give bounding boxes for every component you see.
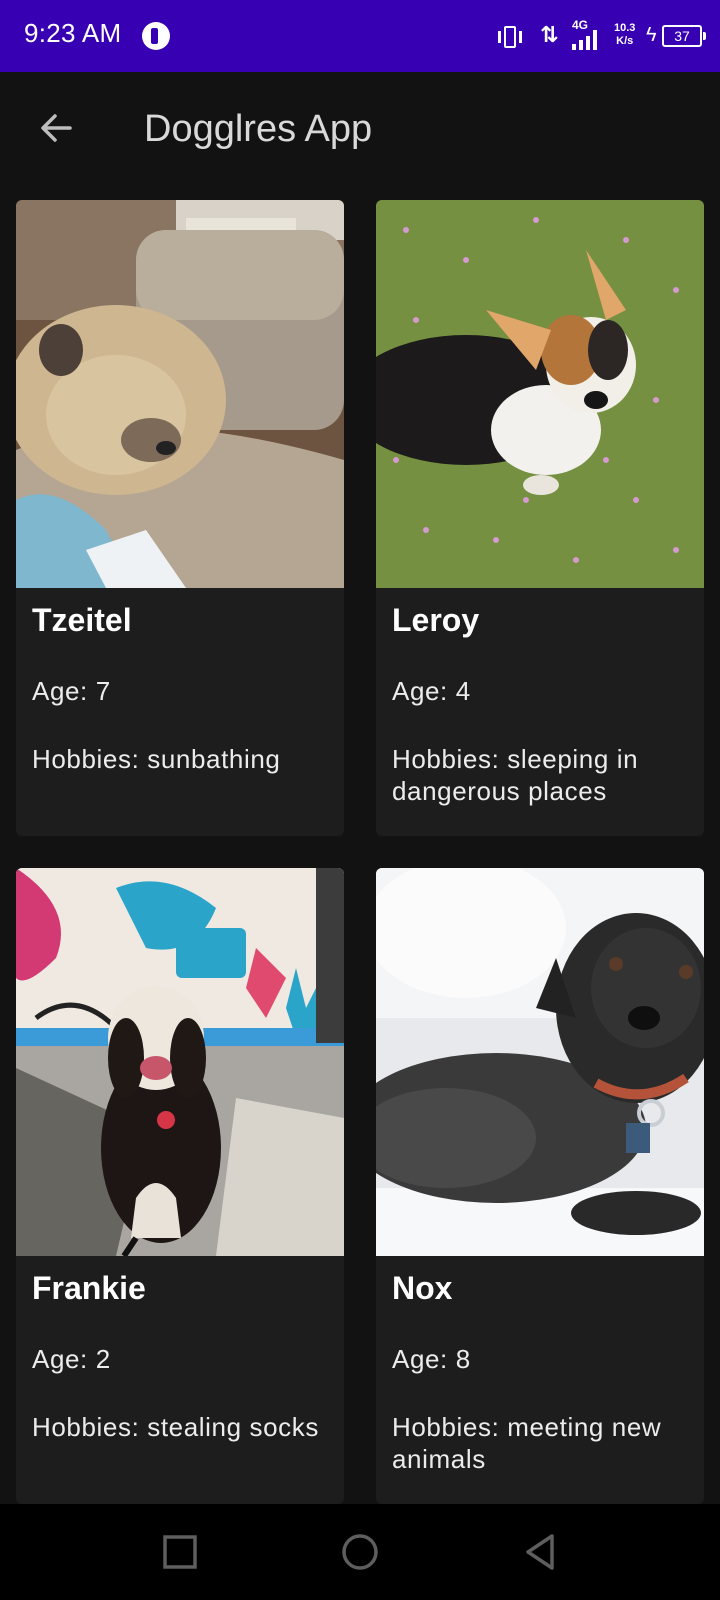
dog-age: Age: 8 — [392, 1344, 471, 1374]
status-time: 9:23 AM — [24, 18, 122, 48]
network-speed: 10.3 K/s — [614, 22, 635, 48]
dog-photo — [376, 200, 704, 588]
dog-age: Age: 2 — [32, 1344, 111, 1374]
dog-name: Nox — [392, 1270, 453, 1306]
dog-name: Leroy — [392, 602, 480, 638]
app-title: Dogglres App — [144, 108, 373, 150]
dog-name: Frankie — [32, 1270, 146, 1306]
dog-card[interactable]: Leroy Age: 4 Hobbies: sleeping in danger… — [376, 200, 704, 836]
network-speed-unit: K/s — [616, 35, 634, 47]
dog-hobbies: Hobbies: sunbathing — [32, 744, 281, 774]
dog-age: Age: 7 — [32, 676, 111, 706]
battery-icon: 37 — [662, 25, 706, 47]
status-icons: ⇅ 4G 10.3 K/s ϟ 37 — [480, 0, 720, 72]
signal-icon — [572, 30, 604, 50]
dog-card[interactable]: Nox Age: 8 Hobbies: meeting new animals — [376, 868, 704, 1504]
data-arrows-icon: ⇅ — [540, 22, 559, 47]
dog-hobbies: Hobbies: meeting new animals — [392, 1412, 662, 1474]
dog-photo — [376, 868, 704, 1256]
dog-hobbies: Hobbies: stealing socks — [32, 1412, 319, 1442]
vibrate-icon — [498, 26, 522, 48]
network-speed-value: 10.3 — [614, 22, 636, 34]
dog-age: Age: 4 — [392, 676, 471, 706]
status-bar: 9:23 AM ⇅ 4G 10.3 K/s ϟ 37 — [0, 0, 720, 72]
arrow-back-icon[interactable] — [36, 108, 76, 148]
home-circle-icon[interactable] — [340, 1532, 380, 1572]
recents-square-icon[interactable] — [160, 1532, 200, 1572]
back-triangle-icon[interactable] — [520, 1532, 560, 1572]
dog-hobbies: Hobbies: sleeping in dangerous places — [392, 744, 639, 806]
top-app-bar: Dogglres App — [0, 72, 720, 188]
dog-name: Tzeitel — [32, 602, 132, 638]
charging-icon: ϟ — [646, 24, 657, 46]
dog-card[interactable]: Tzeitel Age: 7 Hobbies: sunbathing — [16, 200, 344, 836]
dog-card[interactable]: Frankie Age: 2 Hobbies: stealing socks — [16, 868, 344, 1504]
system-nav-bar — [0, 1504, 720, 1600]
notification-app-icon — [142, 22, 170, 50]
dog-photo — [16, 200, 344, 588]
dog-photo — [16, 868, 344, 1256]
